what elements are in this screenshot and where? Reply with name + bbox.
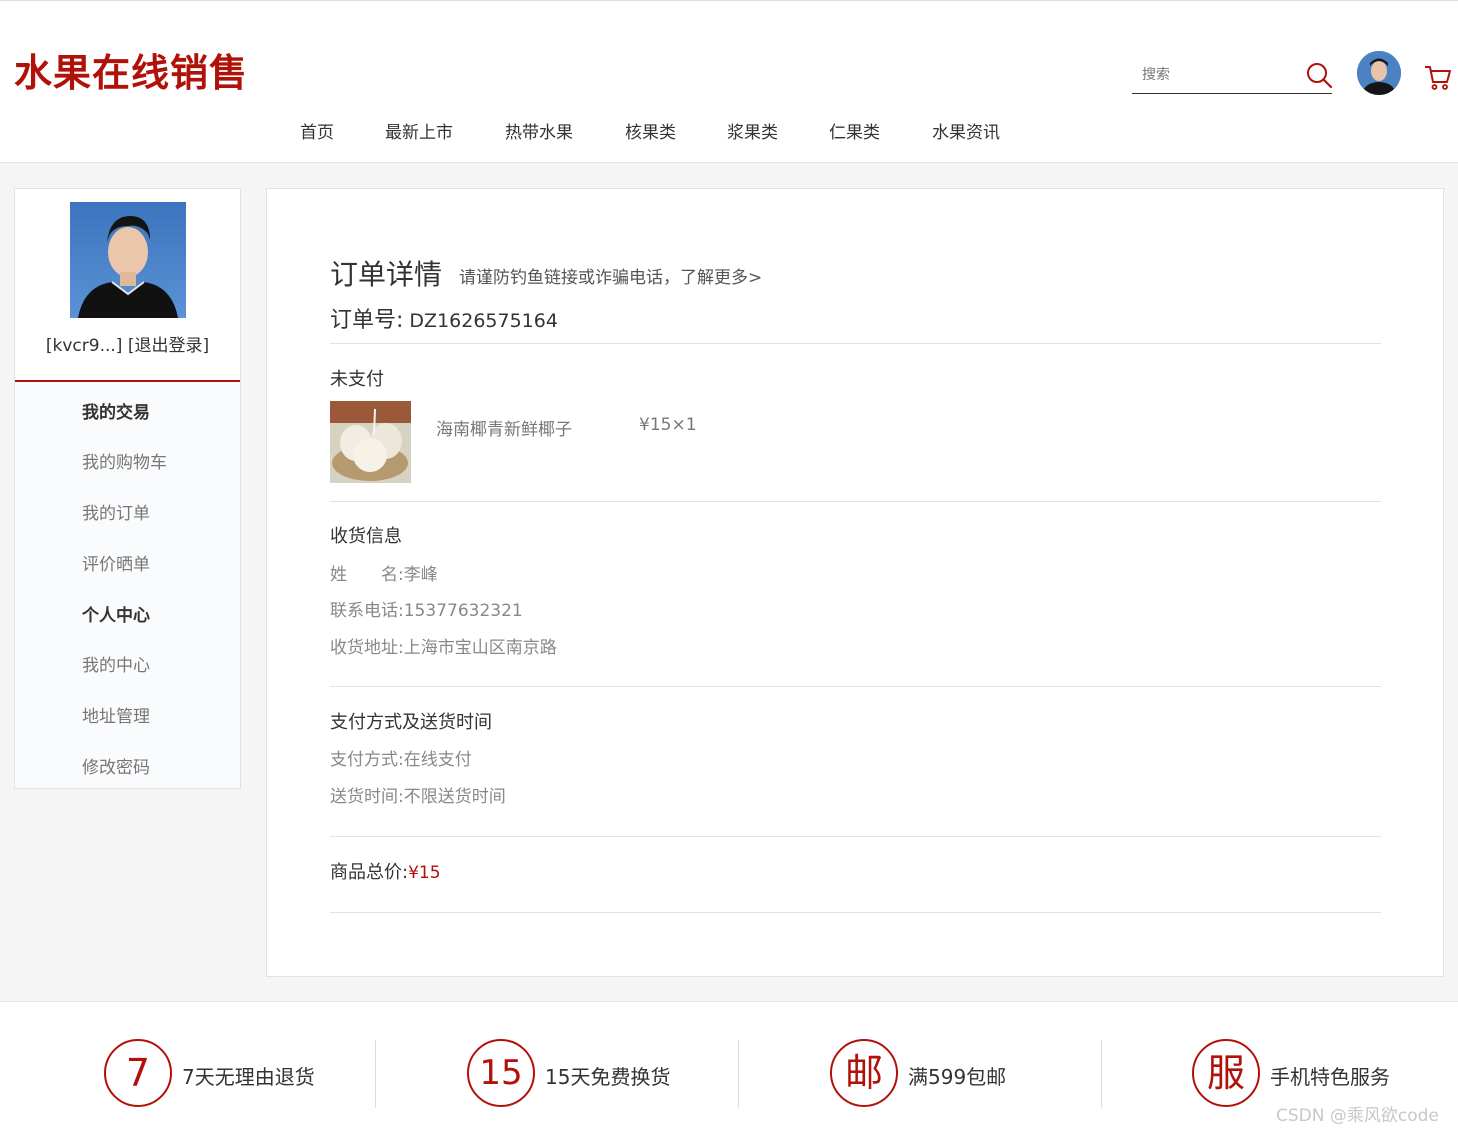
- recipient-name-label: 姓 名:: [330, 565, 404, 585]
- sidebar-item-password[interactable]: 修改密码: [82, 753, 150, 778]
- order-total-value: ¥15: [408, 863, 441, 883]
- feature-divider: [375, 1040, 376, 1108]
- feature-divider: [738, 1040, 739, 1108]
- product-name[interactable]: 海南椰青新鲜椰子: [436, 415, 572, 440]
- sidebar-item-addresses[interactable]: 地址管理: [82, 702, 150, 727]
- order-detail-panel: 订单详情 请谨防钓鱼链接或诈骗电话，了解更多> 订单号: DZ1626575164…: [266, 188, 1444, 977]
- feature-label: 7天无理由退货: [182, 1065, 315, 1089]
- username-text: [kvcr9...]: [45, 336, 123, 356]
- order-number: 订单号: DZ1626575164: [330, 302, 558, 334]
- divider: [330, 912, 1381, 913]
- profile-photo: [70, 202, 186, 318]
- recipient-address-value: 上海市宝山区南京路: [403, 638, 557, 658]
- payment-title: 支付方式及送货时间: [330, 712, 492, 733]
- user-line: [kvcr9...] [退出登录]: [15, 331, 240, 356]
- nav-tropical[interactable]: 热带水果: [505, 118, 573, 143]
- search-box[interactable]: [1132, 58, 1334, 94]
- account-sidebar: [kvcr9...] [退出登录] 我的交易 我的购物车 我的订单 评价晒单 个…: [14, 188, 241, 789]
- product-image[interactable]: [330, 401, 411, 483]
- cart-icon[interactable]: [1423, 62, 1453, 92]
- delivery-time: 送货时间:不限送货时间: [330, 782, 506, 807]
- sidebar-item-my-center[interactable]: 我的中心: [82, 651, 150, 676]
- order-total: 商品总价:¥15: [330, 858, 441, 884]
- delivery-time-label: 送货时间:: [330, 787, 404, 807]
- sidebar-heading-transactions: 我的交易: [82, 403, 150, 423]
- feature-divider: [1101, 1040, 1102, 1108]
- payment-method-label: 支付方式:: [330, 750, 404, 770]
- top-border: [0, 0, 1458, 1]
- page-title: 订单详情: [330, 258, 443, 291]
- service-features: 7 7天无理由退货 15 15天免费换货 邮 满599包邮 服 手机特色服务: [0, 1003, 1458, 1131]
- shipping-title: 收货信息: [330, 526, 402, 547]
- search-icon[interactable]: [1304, 60, 1334, 90]
- fraud-notice-link[interactable]: 请谨防钓鱼链接或诈骗电话，了解更多>: [459, 263, 762, 288]
- order-number-label: 订单号:: [330, 308, 404, 333]
- sidebar-heading-personal: 个人中心: [82, 606, 150, 626]
- feature-label: 手机特色服务: [1270, 1065, 1390, 1089]
- payment-method: 支付方式:在线支付: [330, 745, 472, 770]
- recipient-address: 收货地址:上海市宝山区南京路: [330, 633, 557, 658]
- divider: [330, 343, 1381, 344]
- recipient-address-label: 收货地址:: [330, 638, 404, 658]
- nav-stone-fruit[interactable]: 核果类: [625, 118, 676, 143]
- order-status: 未支付: [330, 369, 384, 390]
- logout-link[interactable]: [退出登录]: [128, 336, 209, 356]
- divider: [330, 686, 1381, 687]
- nav-pome[interactable]: 仁果类: [829, 118, 880, 143]
- recipient-name-value: 李峰: [403, 565, 438, 585]
- feature-label: 15天免费换货: [545, 1065, 671, 1089]
- delivery-time-value: 不限送货时间: [403, 787, 506, 807]
- divider: [330, 836, 1381, 837]
- nav-berries[interactable]: 浆果类: [727, 118, 778, 143]
- mail-icon: 邮: [830, 1039, 898, 1107]
- order-number-value: DZ1626575164: [409, 310, 558, 332]
- sidebar-item-cart[interactable]: 我的购物车: [82, 448, 167, 473]
- recipient-phone-label: 联系电话:: [330, 601, 404, 621]
- divider: [330, 501, 1381, 502]
- product-price: ¥15×1: [639, 415, 697, 435]
- nav-home[interactable]: 首页: [300, 118, 334, 143]
- sidebar-item-reviews[interactable]: 评价晒单: [82, 550, 150, 575]
- sidebar-item-orders[interactable]: 我的订单: [82, 499, 150, 524]
- site-logo[interactable]: 水果在线销售: [14, 42, 248, 97]
- user-avatar[interactable]: [1357, 51, 1401, 95]
- recipient-name: 姓 名:李峰: [330, 560, 438, 585]
- search-input[interactable]: [1142, 64, 1292, 86]
- service-icon: 服: [1192, 1039, 1260, 1107]
- exchange-15-icon: 15: [467, 1039, 535, 1107]
- profile-card: [kvcr9...] [退出登录]: [15, 189, 240, 382]
- recipient-phone: 联系电话:15377632321: [330, 596, 523, 621]
- payment-method-value: 在线支付: [403, 750, 472, 770]
- recipient-phone-value: 15377632321: [403, 601, 523, 621]
- feature-label: 满599包邮: [908, 1065, 1007, 1089]
- watermark: CSDN @乘风欲code: [1276, 1106, 1439, 1126]
- return-7-icon: 7: [104, 1039, 172, 1107]
- nav-news[interactable]: 水果资讯: [932, 118, 1000, 143]
- nav-new-arrivals[interactable]: 最新上市: [385, 118, 453, 143]
- order-total-label: 商品总价:: [330, 862, 409, 883]
